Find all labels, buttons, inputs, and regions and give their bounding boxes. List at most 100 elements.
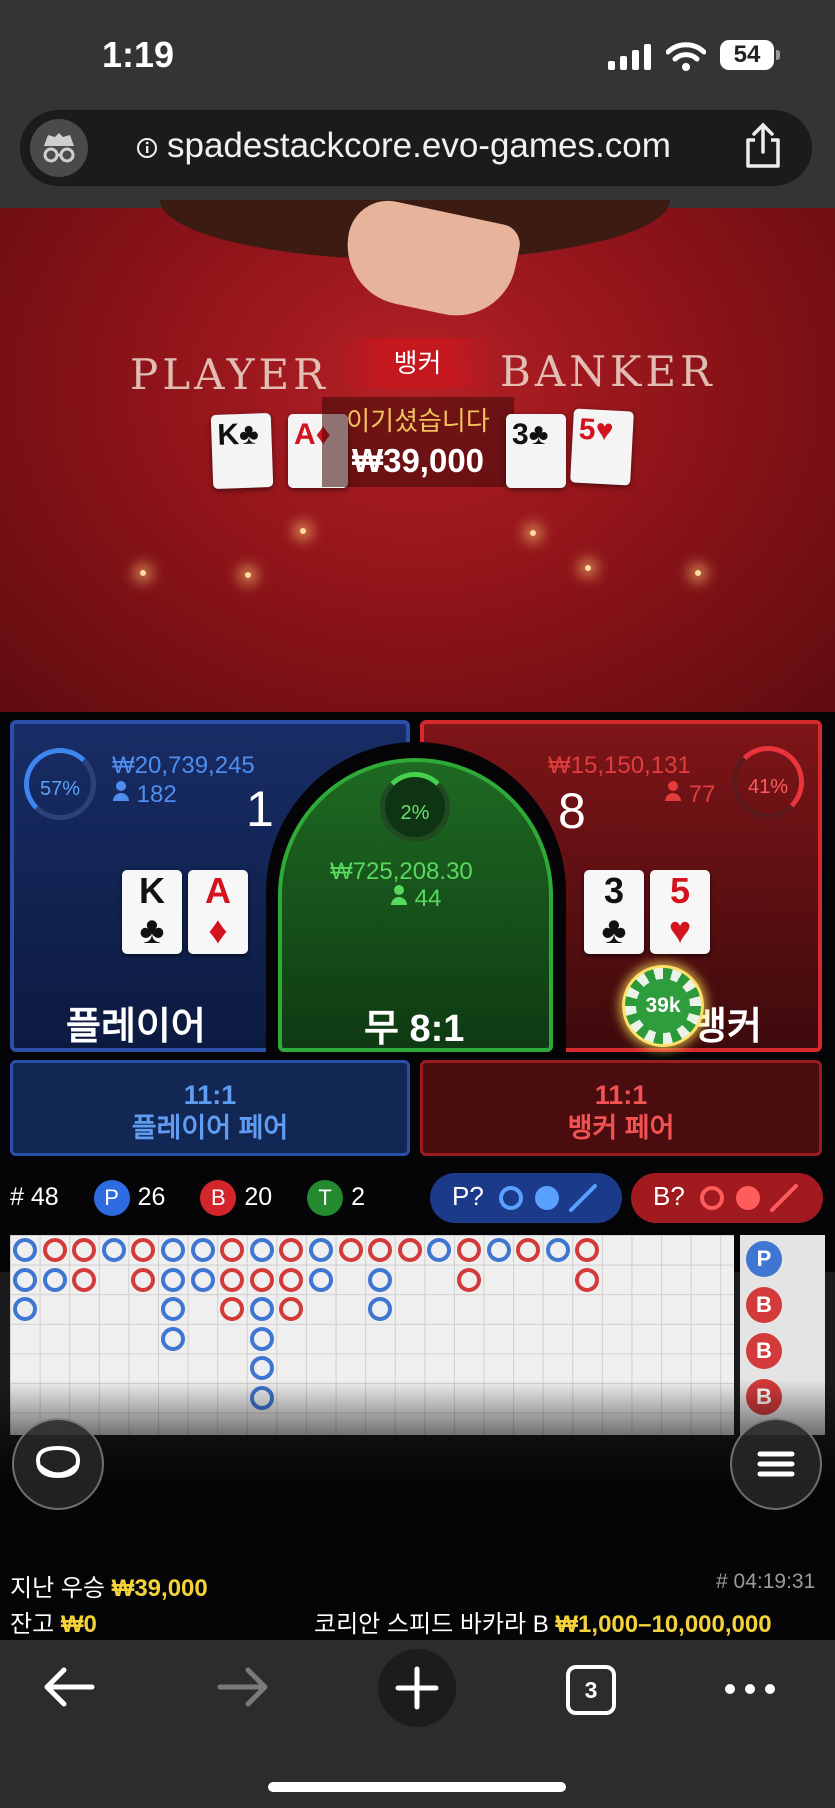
bead-road-mark: B <box>746 1333 782 1369</box>
lobby-button[interactable] <box>12 1418 104 1510</box>
sparkle <box>695 570 701 576</box>
big-road-mark <box>486 1238 511 1262</box>
banker-percent-ring: 41% <box>732 746 804 818</box>
new-tab-button[interactable] <box>378 1649 456 1727</box>
player-card-1: K ♣ <box>122 870 182 954</box>
player-dot: P <box>93 1180 130 1216</box>
player-pair-label: 플레이어 페어 <box>131 1113 289 1143</box>
big-road-mark <box>279 1238 304 1262</box>
tie-wins: 2 <box>351 1183 366 1211</box>
person-icon <box>113 781 129 801</box>
player-pair-button[interactable]: 11:1 플레이어 페어 <box>10 1060 410 1156</box>
table-player-label: PLAYER <box>130 350 329 399</box>
table-banker-card-1: 3♣ <box>506 414 566 488</box>
big-road-mark <box>516 1238 541 1262</box>
win-amount: ₩39,000 <box>351 442 485 479</box>
big-road-mark <box>368 1238 393 1262</box>
big-road-mark <box>131 1267 156 1292</box>
last-win-amount: ₩39,000 <box>111 1575 208 1602</box>
info-icon[interactable] <box>136 137 158 159</box>
url-text[interactable]: spadestackcore.evo-games.com <box>167 126 671 166</box>
player-pair-odds: 11:1 <box>183 1080 237 1110</box>
big-road-mark <box>575 1267 600 1292</box>
win-banner: 이기셨습니다 ₩39,000 <box>322 397 514 487</box>
forward-arrow-icon[interactable] <box>214 1664 272 1710</box>
player-predict-label: P? <box>452 1181 484 1211</box>
incognito-icon <box>43 133 75 163</box>
big-road-mark <box>249 1326 274 1351</box>
big-road-mark <box>190 1238 215 1262</box>
share-icon[interactable] <box>740 122 786 170</box>
banker-count: 77 <box>664 780 715 809</box>
big-road-mark <box>368 1267 393 1292</box>
rounds-label: # <box>10 1183 24 1211</box>
table-icon <box>35 1445 81 1479</box>
signal-icon <box>608 44 651 70</box>
incognito-button[interactable] <box>30 119 88 177</box>
banker-predict-button[interactable]: B? <box>631 1173 823 1223</box>
battery-indicator: 54 <box>720 40 780 70</box>
big-road-mark <box>101 1238 126 1262</box>
rounds-count: 48 <box>30 1183 59 1211</box>
big-road-mark <box>190 1267 215 1292</box>
back-arrow-icon[interactable] <box>40 1664 98 1710</box>
player-wins: 26 <box>137 1183 166 1211</box>
player-predict-button[interactable]: P? <box>430 1173 622 1223</box>
big-road-mark <box>13 1297 37 1322</box>
big-road-mark <box>575 1238 600 1262</box>
chip-value: 39k <box>636 979 690 1033</box>
player-card-2: A ♦ <box>188 870 248 954</box>
big-road-mark <box>161 1267 185 1292</box>
banker-dot: B <box>200 1180 237 1216</box>
sparkle <box>140 570 146 576</box>
tie-total-amount: ₩725,208.30 <box>330 858 473 885</box>
big-road-mark <box>249 1297 274 1322</box>
sparkle <box>245 572 251 578</box>
table-name: 코리안 스피드 바카라 B <box>314 1611 549 1638</box>
big-road-mark <box>368 1297 393 1322</box>
balance: 잔고 ₩0 <box>10 1604 97 1639</box>
big-road-mark <box>279 1267 304 1292</box>
banker-wins: 20 <box>244 1183 273 1211</box>
tie-dot: T <box>307 1180 344 1216</box>
last-win-label: 지난 우승 <box>10 1575 105 1602</box>
big-road-mark <box>13 1267 37 1292</box>
banker-card-2: 5 ♥ <box>650 870 710 954</box>
big-road-mark <box>249 1356 274 1381</box>
big-road-mark <box>249 1267 274 1292</box>
more-icon[interactable] <box>722 1676 778 1702</box>
tie-percent-ring: 2% <box>380 772 450 842</box>
round-id: # 04:19:31 <box>716 1570 816 1593</box>
big-road-mark <box>545 1238 570 1262</box>
hamburger-icon <box>757 1451 795 1477</box>
big-road-mark <box>161 1238 185 1262</box>
table-info: 코리안 스피드 바카라 B ₩1,000–10,000,000 <box>314 1604 772 1639</box>
banker-pair-button[interactable]: 11:1 뱅커 페어 <box>420 1060 822 1156</box>
player-total-amount: ₩20,739,245 <box>112 752 255 779</box>
big-road-mark <box>131 1238 156 1262</box>
big-road-mark <box>220 1267 245 1292</box>
player-score: 1 <box>246 781 274 837</box>
tie-count: 44 <box>390 884 441 913</box>
banker-score: 8 <box>558 783 586 839</box>
placed-chip[interactable]: 39k <box>622 965 704 1047</box>
table-banker-card-2: 5♥ <box>570 408 634 486</box>
big-road-mark <box>42 1238 67 1262</box>
status-time: 1:19 <box>102 34 175 75</box>
big-road-mark <box>309 1267 333 1292</box>
big-road-mark <box>338 1238 363 1262</box>
sparkle <box>530 530 536 536</box>
banker-pair-label: 뱅커 페어 <box>567 1113 675 1143</box>
win-message: 이기셨습니다 <box>346 406 490 436</box>
winner-tag: 뱅커 <box>340 338 495 388</box>
balance-amount: ₩0 <box>60 1611 97 1638</box>
plus-icon <box>395 1666 439 1710</box>
big-road-mark <box>220 1297 245 1322</box>
big-road-mark <box>397 1238 422 1262</box>
tabs-button[interactable]: 3 <box>566 1665 616 1715</box>
bead-road-mark: B <box>746 1287 782 1323</box>
menu-button[interactable] <box>730 1418 822 1510</box>
big-road-mark <box>42 1267 67 1292</box>
big-road-mark <box>72 1238 97 1262</box>
player-label: 플레이어 <box>66 1006 206 1048</box>
